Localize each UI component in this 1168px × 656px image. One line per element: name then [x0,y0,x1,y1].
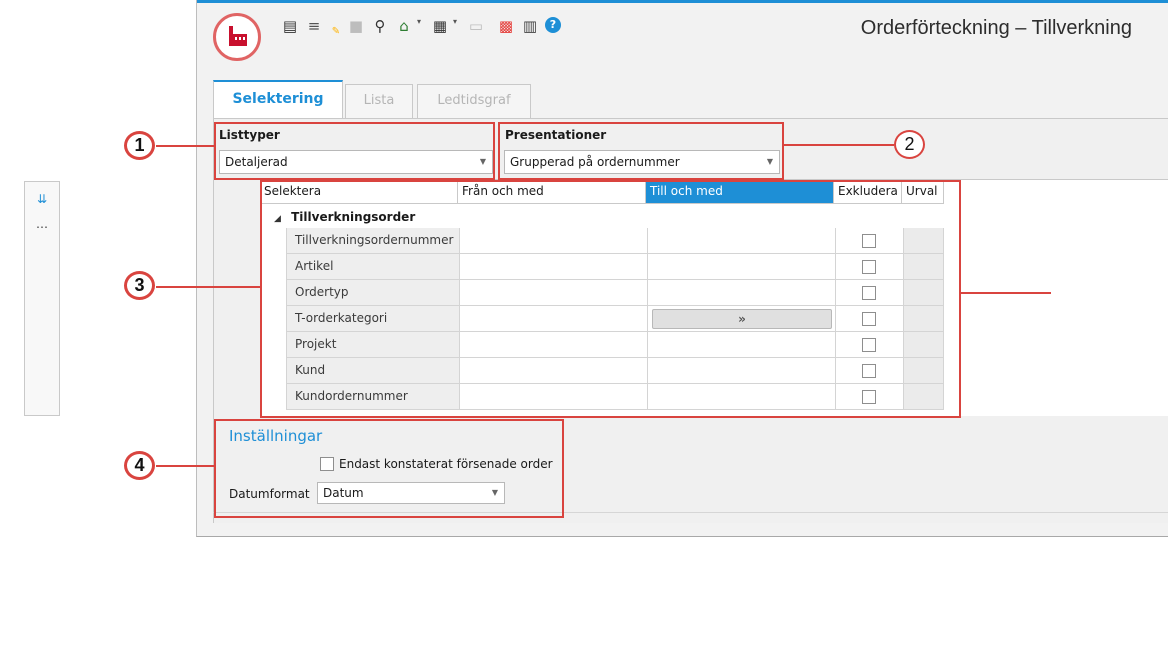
home-icon[interactable]: ⌂ [395,17,413,35]
callout-badge-4: 4 [124,451,155,480]
callout-box-presentationer [498,122,784,180]
home-dropdown-icon[interactable]: ▾ [417,17,421,26]
list-icon[interactable]: ▤ [281,17,299,35]
callout-box-settings [214,419,564,518]
expand-all-icon[interactable]: ⇊ [33,192,51,206]
toolbar: ▤ ≡ ✎ ■ ⚲ ⌂ ▾ ▦ ▾ ▭ ▩ ▥ ? Orderförteckni… [197,3,1168,65]
callout-box-grid [260,180,961,418]
callout-line-3 [156,286,260,288]
tab-selektering[interactable]: Selektering [213,80,343,119]
callout-line-4 [156,465,214,467]
save-icon[interactable]: ■ [347,17,365,35]
callout-box-listtyper [214,122,495,180]
callout-badge-2: 2 [894,130,925,159]
callout-line-2 [784,144,894,146]
calculator-icon[interactable]: ▦ [431,17,449,35]
collapse-all-icon[interactable]: ⋯ [33,220,51,234]
grid-tool-strip: ⇊ ⋯ [24,181,60,416]
help-icon[interactable]: ? [545,17,561,33]
callout-badge-1: 1 [124,131,155,160]
color-grid-icon[interactable]: ▩ [497,17,515,35]
edit-pencil-icon: ✎ [331,26,341,37]
edit-list-icon[interactable]: ≡ [305,17,323,35]
tab-ledtidsgraf[interactable]: Ledtidsgraf [417,84,531,118]
report-icon[interactable]: ▥ [521,17,539,35]
factory-logo-icon [213,13,261,61]
window-icon[interactable]: ▭ [467,17,485,35]
search-icon[interactable]: ⚲ [371,17,389,35]
callout-badge-3: 3 [124,271,155,300]
callout-line-1 [156,145,214,147]
window-title: Orderförteckning – Tillverkning [860,17,1132,39]
tab-lista[interactable]: Lista [345,84,413,118]
callout-line-3-right [961,292,1051,294]
calculator-dropdown-icon[interactable]: ▾ [453,17,457,26]
